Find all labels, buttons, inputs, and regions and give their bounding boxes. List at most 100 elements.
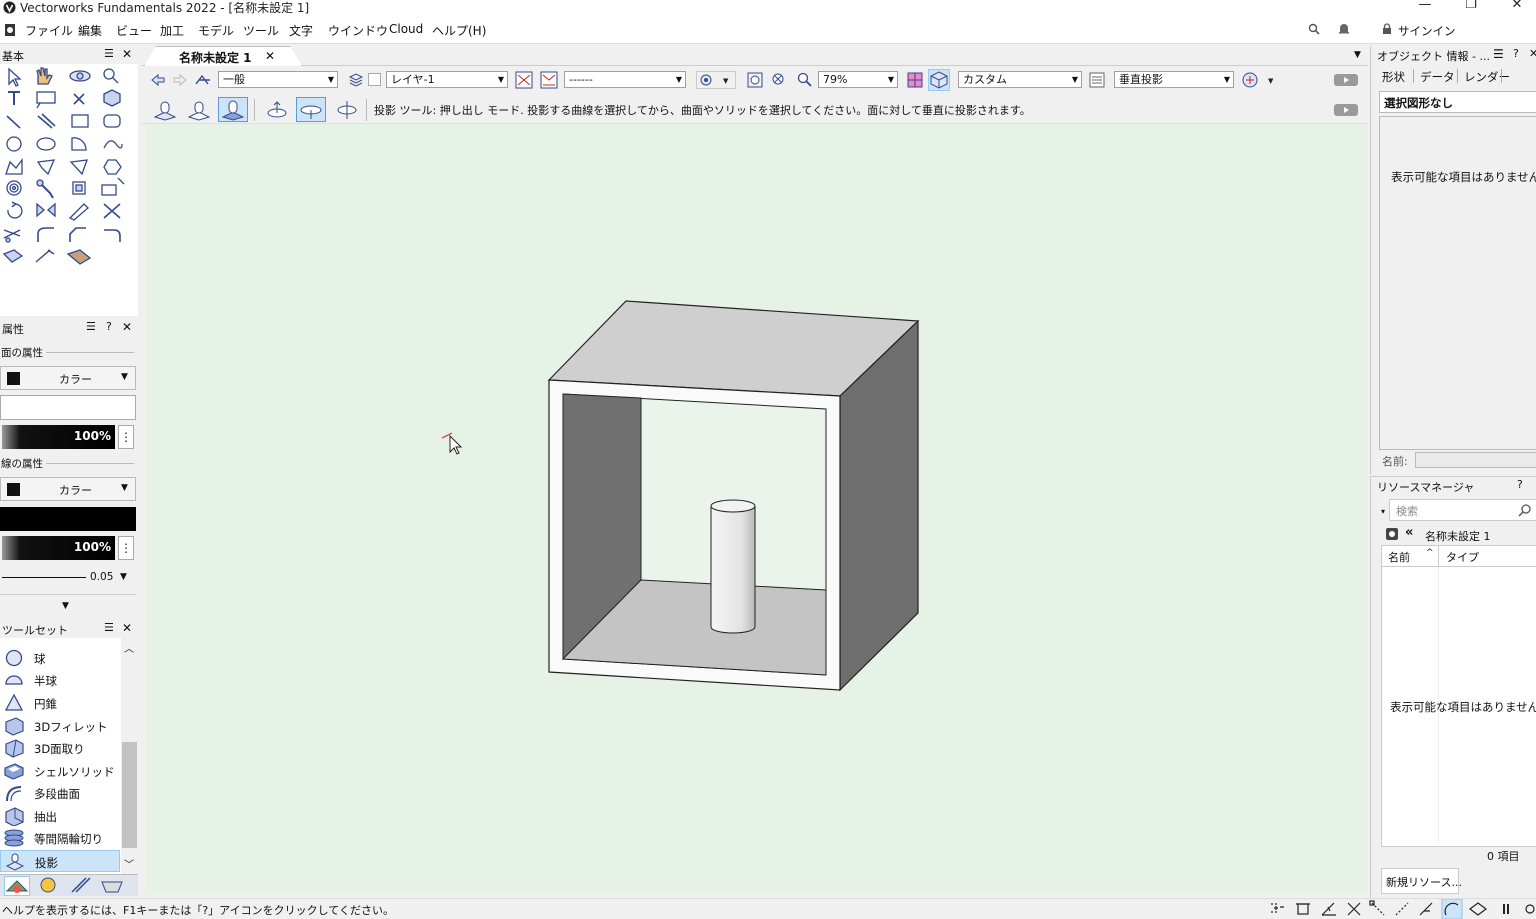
- mirror-tool-icon[interactable]: [36, 202, 56, 218]
- resource-search-input[interactable]: 検索: [1389, 499, 1536, 521]
- snap-to-grid-icon[interactable]: [1271, 903, 1284, 913]
- line-fill-type-select[interactable]: カラー ▼: [0, 477, 136, 501]
- class-options-icon[interactable]: [539, 70, 559, 90]
- dims-notes-toolset-tab[interactable]: [68, 876, 94, 896]
- split-tool-icon[interactable]: [3, 229, 21, 243]
- tab-render[interactable]: レンダー: [1464, 69, 1510, 85]
- search-scope-chevron-icon[interactable]: ▾: [1381, 507, 1385, 516]
- menu-help[interactable]: ヘルプ(H): [432, 22, 486, 39]
- rounded-rectangle-tool-icon[interactable]: [103, 114, 121, 128]
- signin-link[interactable]: サインイン: [1398, 23, 1456, 39]
- zoom-objects-icon[interactable]: [770, 71, 788, 89]
- 3d-view-icon[interactable]: [928, 69, 950, 91]
- object-info-close-icon[interactable]: ✕: [1529, 47, 1536, 60]
- notification-bell-icon[interactable]: [1337, 22, 1351, 36]
- palette-menu-icon[interactable]: ☰: [104, 47, 114, 60]
- line-preview-field[interactable]: [0, 507, 136, 531]
- view-grid-icon[interactable]: [906, 71, 924, 89]
- resource-list[interactable]: 表示可能な項目はありません: [1381, 567, 1536, 847]
- trim-tool-icon[interactable]: [103, 203, 121, 219]
- face-fill-type-select[interactable]: カラー ▼: [0, 366, 136, 390]
- attributes-menu-icon[interactable]: ☰: [86, 320, 96, 333]
- connect-combine-tool-icon[interactable]: [104, 229, 121, 242]
- pan-tool-icon[interactable]: [36, 67, 53, 85]
- spiral-tool-icon[interactable]: [6, 180, 22, 196]
- callout-tool-icon[interactable]: [36, 91, 56, 109]
- projection-icon[interactable]: [1088, 71, 1106, 89]
- close-window-button[interactable]: ✕: [1494, 0, 1536, 15]
- project-mode-extrude-icon[interactable]: [152, 99, 178, 121]
- text-tool-icon[interactable]: [8, 91, 20, 105]
- flyover-tool-icon[interactable]: [69, 70, 91, 82]
- fillet-tool-icon[interactable]: [37, 227, 54, 242]
- layer-options-icon[interactable]: [514, 70, 534, 90]
- snap-to-object-icon[interactable]: [1296, 903, 1310, 915]
- smart-points-icon[interactable]: [1395, 902, 1409, 916]
- drawing-canvas[interactable]: [146, 124, 1368, 894]
- menu-window[interactable]: ウインドウ: [328, 22, 388, 39]
- toolset-item-shell-solid[interactable]: シェルソリッド: [0, 760, 122, 782]
- toolset-item-3d-fillet[interactable]: 3Dフィレット: [0, 715, 122, 737]
- toolset-menu-icon[interactable]: ☰: [104, 621, 114, 634]
- toolset-item-project[interactable]: 投影: [0, 850, 120, 872]
- maximize-button[interactable]: ❐: [1448, 0, 1494, 15]
- toolset-item-hemisphere[interactable]: 半球: [0, 669, 122, 691]
- zoom-level-select[interactable]: 79% ▼: [818, 71, 898, 88]
- mode-bar-expand-icon[interactable]: [1334, 104, 1358, 116]
- toolset-close-icon[interactable]: ✕: [122, 621, 132, 635]
- new-resource-button[interactable]: 新規リソース...: [1381, 868, 1462, 894]
- selection-tool-icon[interactable]: [8, 67, 22, 87]
- object-info-menu-icon[interactable]: ☰: [1493, 47, 1504, 61]
- view-bar-expand-icon[interactable]: [1334, 74, 1358, 86]
- rotate-tool-icon[interactable]: [7, 201, 23, 219]
- search-icon[interactable]: [1307, 22, 1321, 36]
- tangent-snap-icon[interactable]: [1441, 899, 1463, 919]
- attributes-help-icon[interactable]: ?: [106, 320, 112, 333]
- document-icon[interactable]: [4, 23, 16, 37]
- working-plane-snap-icon[interactable]: [1469, 902, 1487, 916]
- line-opacity-bar[interactable]: 100%: [2, 536, 115, 560]
- menu-edit[interactable]: 編集: [78, 22, 102, 39]
- toolset-scrollbar[interactable]: ︿ ﹀: [121, 638, 138, 874]
- menu-model[interactable]: モデル: [198, 22, 234, 39]
- line-style-select[interactable]: ------ ▼: [564, 71, 686, 88]
- resource-manager-help-icon[interactable]: ?: [1517, 478, 1523, 491]
- project-mode-surface-icon[interactable]: [186, 99, 212, 121]
- object-info-help-icon[interactable]: ?: [1513, 47, 1519, 60]
- toolset-item-loft-surface[interactable]: 多段曲面: [0, 782, 122, 804]
- smart-edge-icon[interactable]: [1419, 902, 1433, 916]
- offset-tool-icon[interactable]: [72, 181, 86, 195]
- toolset-item-cone[interactable]: 円錐: [0, 692, 122, 714]
- attribute-mapping-tool-icon[interactable]: [2, 249, 24, 263]
- layer-checkbox[interactable]: [368, 73, 381, 86]
- render-mode-select[interactable]: ▼: [696, 71, 736, 89]
- layer-visibility-icon[interactable]: [348, 72, 364, 88]
- settings-gear-icon[interactable]: [1525, 904, 1535, 914]
- scroll-thumb[interactable]: [122, 742, 137, 848]
- scroll-down-icon[interactable]: ﹀: [124, 856, 134, 871]
- snap-to-intersection-icon[interactable]: [1347, 902, 1361, 916]
- menu-view[interactable]: ビュー: [116, 22, 152, 39]
- projection-down-icon[interactable]: [296, 97, 326, 122]
- resource-file-label[interactable]: 名称未設定 1: [1425, 528, 1491, 544]
- regular-polygon-tool-icon[interactable]: [103, 159, 122, 175]
- toolset-item-sphere[interactable]: 球: [0, 647, 122, 669]
- toolset-item-3d-chamfer[interactable]: 3D面取り: [0, 737, 122, 759]
- projection-select[interactable]: 垂直投影 ▼: [1114, 71, 1234, 88]
- menu-cloud[interactable]: Cloud: [389, 22, 423, 36]
- building-shell-toolset-tab[interactable]: [100, 876, 126, 896]
- pause-icon[interactable]: [1503, 904, 1509, 914]
- toolset-item-extract[interactable]: 抽出: [0, 805, 122, 827]
- move-by-points-tool-icon[interactable]: [101, 177, 125, 196]
- zoom-icon[interactable]: [796, 71, 814, 89]
- double-line-tool-icon[interactable]: [37, 113, 56, 129]
- tab-data[interactable]: データ: [1420, 69, 1455, 85]
- line-opacity-more-icon[interactable]: ⋮: [118, 536, 134, 560]
- back-icon[interactable]: «: [1405, 525, 1413, 540]
- name-field[interactable]: [1415, 452, 1536, 468]
- chamfer-tool-icon[interactable]: [69, 227, 86, 242]
- dimension-tool-icon[interactable]: [73, 93, 85, 105]
- forward-arrow-icon[interactable]: [172, 72, 188, 88]
- menu-tools[interactable]: ツール: [243, 22, 279, 39]
- 3d-locus-tool-icon[interactable]: [103, 89, 121, 107]
